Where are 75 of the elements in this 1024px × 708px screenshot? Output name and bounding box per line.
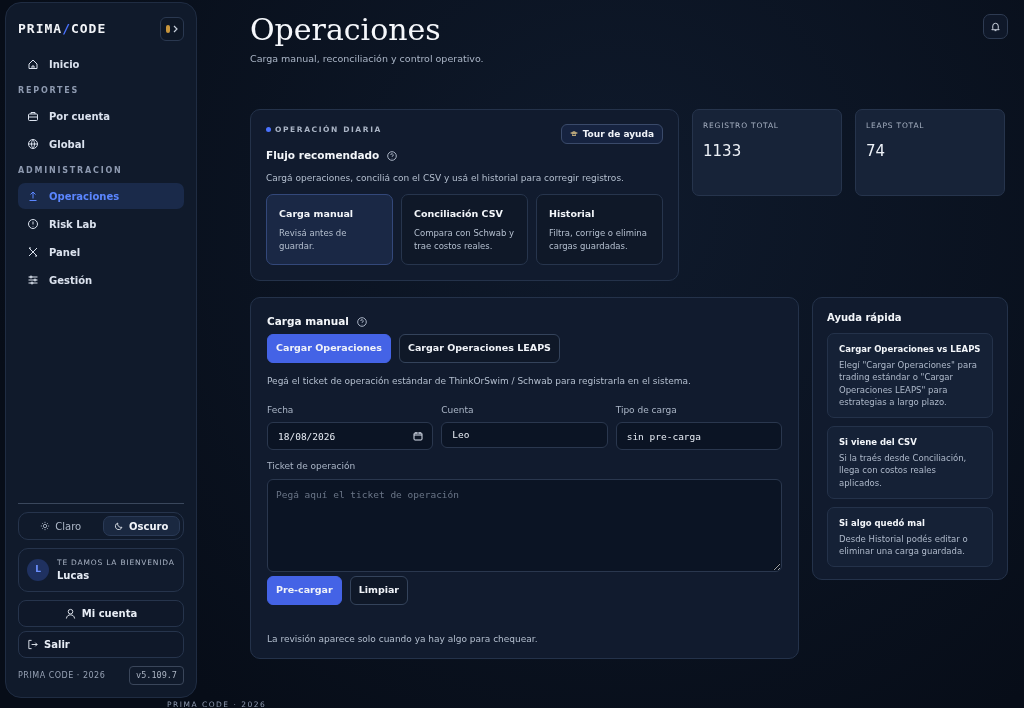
mode-tab[interactable]: Cargar Operaciones bbox=[267, 334, 391, 363]
cap-icon bbox=[569, 131, 578, 138]
bell-icon bbox=[990, 21, 1001, 32]
step-card[interactable]: Conciliación CSV Compara con Schwab y trae costos reales. bbox=[401, 193, 528, 266]
calendar-icon bbox=[413, 431, 424, 441]
mode-tab[interactable]: Cargar Operaciones LEAPS bbox=[398, 334, 560, 363]
notifications-button[interactable] bbox=[983, 14, 1008, 39]
sidebar-item[interactable]: Global bbox=[18, 131, 184, 157]
step-text: Revisá antes de guardar. bbox=[279, 226, 348, 253]
step-text: Filtra, corrige o elimina cargas guardadas. bbox=[549, 226, 648, 253]
help-item-title: Cargar Operaciones vs LEAPS bbox=[839, 343, 981, 356]
review-note: La revisión aparece solo cuando ya hay algo para chequear. bbox=[267, 632, 539, 646]
nav-section-heading: ADMINISTRACION bbox=[18, 165, 124, 177]
step-title: Historial bbox=[549, 206, 596, 221]
precargar-button[interactable]: Pre-cargar bbox=[267, 575, 342, 605]
sidebar-item[interactable]: Por cuenta bbox=[18, 103, 184, 129]
help-icon bbox=[356, 317, 367, 328]
account-select[interactable]: Leo bbox=[441, 422, 608, 448]
step-card[interactable]: Carga manual Revisá antes de guardar. bbox=[266, 193, 393, 266]
copyright-text: PRIMA CODE · 2026 bbox=[18, 669, 106, 682]
user-icon bbox=[64, 608, 76, 620]
step-title: Carga manual bbox=[279, 206, 355, 221]
form-description: Pegá el ticket de operación estándar de ThinkOrSwim / Schwab para registrarla en el sistema. bbox=[267, 375, 692, 388]
theme-toggle[interactable]: Claro bbox=[22, 516, 100, 536]
page-title: Operaciones bbox=[250, 12, 441, 48]
load-type-field[interactable]: sin pre-carga bbox=[615, 422, 782, 450]
date-field[interactable]: 18/08/2026 bbox=[267, 422, 434, 450]
section-title: Carga manual bbox=[267, 314, 349, 330]
page-subtitle: Carga manual, reconciliación y control operativo. bbox=[250, 52, 485, 66]
nav-section-heading: REPORTES bbox=[18, 85, 81, 97]
logo: PRIMA/CODE bbox=[18, 20, 107, 39]
pill-chevron-icon bbox=[164, 23, 180, 35]
user-name: Lucas bbox=[57, 569, 91, 584]
globe-icon bbox=[27, 138, 39, 150]
home-icon bbox=[27, 58, 39, 70]
logout-icon bbox=[27, 639, 38, 651]
help-item-text: Elegí "Cargar Operaciones" para trading estándar o "Cargar Operaciones LEAPS" para estrategias a largo plazo. bbox=[839, 359, 978, 409]
stat-value: 1133 bbox=[703, 140, 743, 162]
ticket-textarea[interactable]: Pegá aquí el ticket de operación bbox=[267, 478, 782, 572]
account-button[interactable]: Mi cuenta bbox=[18, 600, 184, 628]
help-item-title: Si viene del CSV bbox=[839, 436, 918, 449]
step-card[interactable]: Historial Filtra, corrige o elimina cargas guardadas. bbox=[536, 193, 663, 266]
clear-button[interactable]: Limpiar bbox=[349, 575, 409, 605]
sidebar-item[interactable]: Operaciones bbox=[18, 183, 184, 209]
alert-icon bbox=[27, 218, 39, 230]
sidebar-item[interactable]: Inicio bbox=[18, 51, 184, 77]
section-description: Cargá operaciones, conciliá con el CSV y usá el historial para corregir registros. bbox=[266, 172, 625, 185]
section-title: Flujo recomendado bbox=[266, 148, 380, 164]
sidebar-item[interactable]: Risk Lab bbox=[18, 211, 184, 237]
help-title: Ayuda rápida bbox=[827, 311, 903, 326]
sliders-icon bbox=[27, 274, 39, 286]
briefcase-icon bbox=[27, 110, 39, 122]
field-label: Cuenta bbox=[441, 403, 475, 417]
moon-icon bbox=[114, 521, 125, 531]
field-label: Tipo de carga bbox=[615, 403, 678, 417]
help-item-text: Si la traés desde Conciliación, llega con costos reales aplicados. bbox=[839, 452, 968, 489]
stat-value: 74 bbox=[866, 140, 887, 162]
logout-button[interactable]: Salir bbox=[18, 631, 184, 659]
collapse-button[interactable] bbox=[160, 17, 184, 41]
step-text: Compara con Schwab y trae costos reales. bbox=[414, 226, 515, 253]
sun-icon bbox=[40, 521, 51, 531]
sidebar-item[interactable]: Panel bbox=[18, 239, 184, 265]
field-label: Ticket de operación bbox=[267, 460, 357, 473]
help-icon bbox=[387, 151, 398, 162]
version-label: v5.109.7 bbox=[129, 666, 184, 685]
field-label: Fecha bbox=[267, 403, 295, 417]
status-dot bbox=[266, 127, 271, 133]
user-avatar: L bbox=[27, 559, 49, 582]
sidebar-item[interactable]: Gestión bbox=[18, 267, 184, 293]
tour-button[interactable]: Tour de ayuda bbox=[560, 124, 663, 145]
upload-icon bbox=[27, 190, 39, 202]
help-item-text: Desde Historial podés editar o eliminar una carga guardada. bbox=[839, 532, 969, 558]
step-title: Conciliación CSV bbox=[414, 206, 504, 221]
theme-toggle[interactable]: Oscuro bbox=[102, 516, 180, 536]
help-item-title: Si algo quedó mal bbox=[839, 516, 926, 530]
